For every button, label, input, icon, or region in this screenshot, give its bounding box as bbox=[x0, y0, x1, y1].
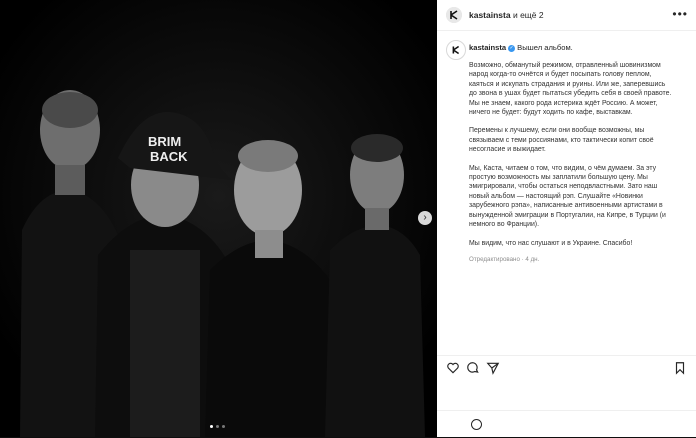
caption-paragraph: Мы видим, что нас слушают и в Украине. С… bbox=[469, 239, 633, 247]
caption-username[interactable]: kastainsta bbox=[469, 43, 506, 52]
comment-bar bbox=[437, 410, 696, 438]
caption-area: kastainsta ✓ Вышел альбом. Возможно, обман… bbox=[437, 30, 696, 350]
caption-paragraph: Возможно, обманутый режимом, отравленный… bbox=[469, 62, 672, 117]
header-and-more[interactable]: и ещё 2 bbox=[511, 10, 544, 20]
like-button[interactable] bbox=[446, 361, 460, 375]
carousel-dot bbox=[216, 425, 219, 428]
carousel-dots bbox=[210, 425, 225, 428]
kasta-logo-icon bbox=[446, 7, 462, 23]
kasta-logo-icon bbox=[452, 45, 460, 55]
band-photo-image: BRIM BACK bbox=[0, 0, 437, 437]
header-username[interactable]: kastainsta bbox=[469, 10, 511, 20]
post-sidebar: kastainsta и ещё 2 ••• kastainsta ✓ Вышел … bbox=[437, 0, 696, 437]
caption-first-line: Вышел альбом. bbox=[517, 43, 573, 52]
comment-button[interactable] bbox=[466, 361, 480, 375]
author-avatar[interactable] bbox=[446, 7, 462, 23]
carousel-dot bbox=[210, 425, 213, 428]
caption-heading: kastainsta ✓ Вышел альбом. bbox=[469, 43, 573, 52]
next-slide-button[interactable]: › bbox=[418, 211, 432, 225]
caption-avatar[interactable] bbox=[446, 40, 466, 60]
emoji-icon[interactable] bbox=[471, 419, 482, 430]
post-authors[interactable]: kastainsta и ещё 2 bbox=[469, 10, 544, 20]
bookmark-icon bbox=[675, 362, 685, 375]
chevron-right-icon: › bbox=[423, 212, 427, 223]
send-icon bbox=[486, 362, 500, 375]
cap-text-line2: BACK bbox=[150, 149, 188, 164]
edited-timestamp[interactable]: Отредактировано · 4 дн. bbox=[469, 255, 687, 264]
post-photo[interactable]: BRIM BACK › bbox=[0, 0, 437, 437]
more-options-icon[interactable]: ••• bbox=[672, 7, 688, 21]
comment-icon bbox=[467, 362, 479, 373]
action-bar bbox=[437, 355, 696, 380]
caption-paragraph: Перемены к лучшему, если они вообще возм… bbox=[469, 127, 654, 154]
post-header: kastainsta и ещё 2 ••• bbox=[437, 0, 696, 31]
heart-icon bbox=[447, 362, 459, 374]
save-button[interactable] bbox=[673, 361, 687, 375]
caption-text: Возможно, обманутый режимом, отравленный… bbox=[469, 61, 687, 264]
cap-text-line1: BRIM bbox=[148, 134, 181, 149]
verified-badge-icon: ✓ bbox=[508, 44, 516, 52]
caption-paragraph: Мы, Каста, читаем о том, что видим, о чё… bbox=[469, 164, 666, 229]
carousel-dot bbox=[222, 425, 225, 428]
share-button[interactable] bbox=[486, 361, 500, 375]
